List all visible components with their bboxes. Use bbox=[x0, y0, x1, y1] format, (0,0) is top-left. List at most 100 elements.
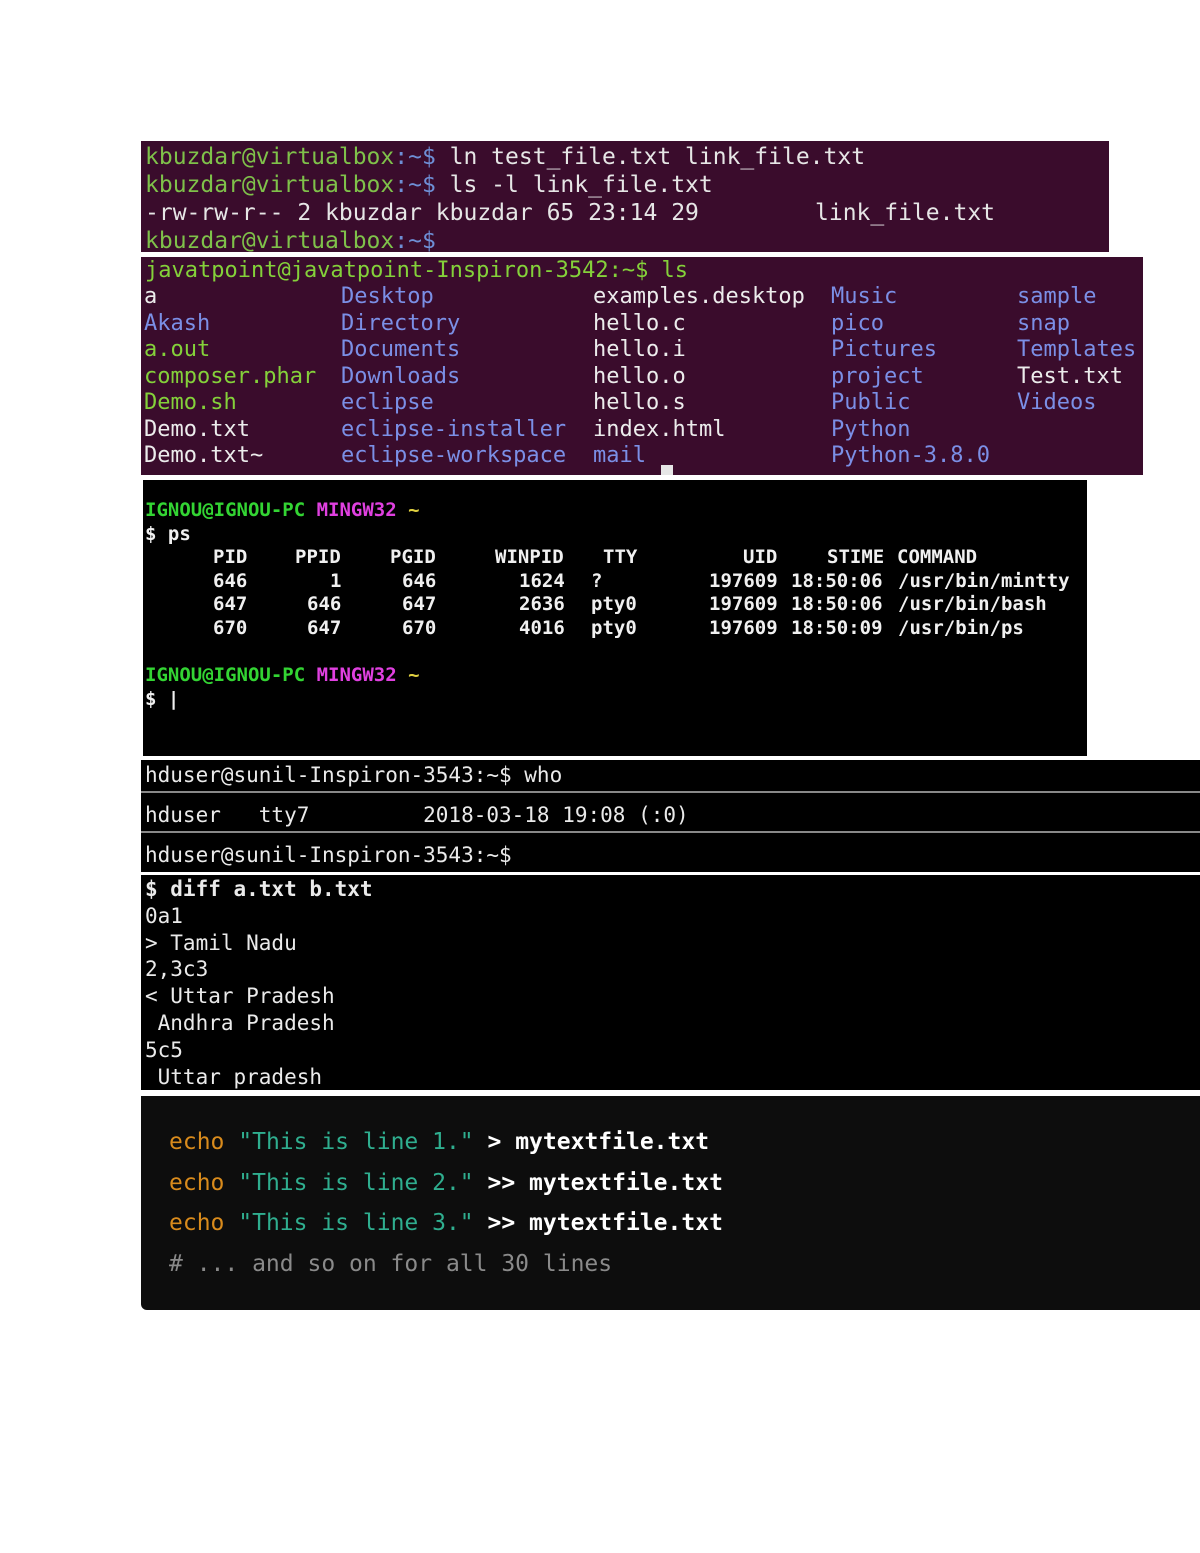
ps-cell: 1 bbox=[330, 570, 342, 592]
ls-entry: eclipse bbox=[341, 390, 434, 415]
command-text: $ ps bbox=[145, 523, 191, 545]
ps-cell: pty0 bbox=[591, 593, 637, 615]
ls-entry: Downloads bbox=[341, 364, 461, 389]
ps-cell: 197609 bbox=[709, 570, 778, 592]
ls-entry: Akash bbox=[144, 311, 211, 336]
ps-cell: 647 bbox=[402, 593, 437, 615]
ps-cell: 18:50:06 bbox=[791, 593, 883, 615]
ps-cell: 670 bbox=[213, 617, 248, 639]
terminal-prompt: IGNOU@IGNOU-PC MINGW32 ~ bbox=[145, 664, 420, 686]
ls-entry: Demo.txt~ bbox=[144, 443, 264, 468]
code-keyword: echo bbox=[169, 1129, 225, 1155]
code-string: "This is line 1." bbox=[238, 1129, 474, 1155]
ls-entry: eclipse-installer bbox=[341, 417, 567, 442]
prompt-path: :~$ bbox=[394, 144, 436, 170]
ls-entry: index.html bbox=[593, 417, 726, 442]
code-string: "This is line 3." bbox=[238, 1210, 474, 1236]
ls-entry: Videos bbox=[1017, 390, 1097, 415]
ls-entry: Demo.txt bbox=[144, 417, 250, 442]
terminal-who: hduser@sunil-Inspiron-3543:~$ who hduser… bbox=[141, 760, 1200, 872]
ps-cell: 2636 bbox=[519, 593, 565, 615]
ls-entry: a.out bbox=[144, 337, 211, 362]
ls-entry: pico bbox=[831, 311, 884, 336]
terminal-line: kbuzdar@virtualbox:~$ ls -l link_file.tx… bbox=[145, 172, 713, 198]
ps-cell: /usr/bin/mintty bbox=[898, 570, 1070, 592]
ps-cell: ? bbox=[591, 570, 603, 592]
ps-cell: /usr/bin/bash bbox=[898, 593, 1047, 615]
ps-cell: 1624 bbox=[519, 570, 565, 592]
prompt-host: IGNOU@IGNOU-PC bbox=[145, 499, 306, 521]
terminal-ln: kbuzdar@virtualbox:~$ ln test_file.txt l… bbox=[141, 141, 1109, 252]
code-redirect: >> mytextfile.txt bbox=[487, 1210, 723, 1236]
ls-entry: Python-3.8.0 bbox=[831, 443, 990, 468]
ps-cell: 197609 bbox=[709, 617, 778, 639]
ls-entry: hello.i bbox=[593, 337, 686, 362]
diff-line: > Tamil Nadu bbox=[145, 931, 297, 955]
ps-cell: 4016 bbox=[519, 617, 565, 639]
ls-entry: Directory bbox=[341, 311, 461, 336]
terminal-diff: $ diff a.txt b.txt 0a1 > Tamil Nadu 2,3c… bbox=[141, 875, 1200, 1090]
divider bbox=[141, 831, 1200, 833]
code-string: "This is line 2." bbox=[238, 1170, 474, 1196]
code-redirect: >> mytextfile.txt bbox=[487, 1170, 723, 1196]
ls-entry: Desktop bbox=[341, 284, 434, 309]
divider bbox=[141, 791, 1200, 793]
prompt-path: :~$ bbox=[394, 172, 436, 198]
diff-line: 0a1 bbox=[145, 904, 183, 928]
terminal-ps: IGNOU@IGNOU-PC MINGW32 ~ $ ps PID PPID P… bbox=[143, 480, 1087, 756]
ls-entry: Templates bbox=[1017, 337, 1137, 362]
ls-entry: Documents bbox=[341, 337, 461, 362]
terminal-line: kbuzdar@virtualbox:~$ bbox=[145, 228, 436, 252]
cursor-block bbox=[661, 465, 673, 475]
command-input[interactable]: $ | bbox=[145, 688, 179, 710]
ps-cell: 646 bbox=[307, 593, 342, 615]
ps-cell: /usr/bin/ps bbox=[898, 617, 1024, 639]
ls-entry: Demo.sh bbox=[144, 390, 237, 415]
command-text: $ diff a.txt b.txt bbox=[145, 877, 373, 901]
ls-entry: hello.c bbox=[593, 311, 686, 336]
prompt-user: kbuzdar@virtualbox bbox=[145, 172, 395, 198]
command-text: ls -l link_file.txt bbox=[435, 172, 713, 198]
ps-cell: 647 bbox=[213, 593, 248, 615]
prompt-path: :~$ bbox=[394, 228, 436, 252]
output-filename: link_file.txt bbox=[815, 200, 996, 226]
diff-line: < Uttar Pradesh bbox=[145, 984, 335, 1008]
ps-cell: 646 bbox=[402, 570, 437, 592]
ps-header: TTY bbox=[603, 546, 638, 568]
ps-cell: 670 bbox=[402, 617, 437, 639]
ps-cell: 646 bbox=[213, 570, 248, 592]
ps-header: STIME bbox=[827, 546, 885, 568]
terminal-line: -rw-rw-r-- 2 kbuzdar kbuzdar 65 23:14 29 bbox=[145, 200, 699, 226]
ls-entry: examples.desktop bbox=[593, 284, 805, 309]
ls-entry: Public bbox=[831, 390, 911, 415]
ls-entry: snap bbox=[1017, 311, 1070, 336]
prompt-env: MINGW32 bbox=[316, 499, 397, 521]
diff-line: Uttar pradesh bbox=[145, 1065, 323, 1089]
terminal-prompt: javatpoint@javatpoint-Inspiron-3542:~$ l… bbox=[145, 258, 689, 283]
prompt-env: MINGW32 bbox=[316, 664, 397, 686]
terminal-line: kbuzdar@virtualbox:~$ ln test_file.txt l… bbox=[145, 144, 865, 170]
diff-line: 5c5 bbox=[145, 1038, 183, 1062]
terminal-line: hduser@sunil-Inspiron-3543:~$ who bbox=[145, 763, 563, 787]
ls-entry: a bbox=[144, 284, 158, 309]
ps-cell: 18:50:06 bbox=[791, 570, 883, 592]
ls-entry: eclipse-workspace bbox=[341, 443, 567, 468]
ps-header: COMMAND bbox=[897, 546, 978, 568]
code-line: echo "This is line 2." >> mytextfile.txt bbox=[169, 1170, 723, 1196]
ps-cell: pty0 bbox=[591, 617, 637, 639]
ps-cell: 18:50:09 bbox=[791, 617, 883, 639]
ls-entry: hello.o bbox=[593, 364, 686, 389]
prompt-tilde: ~ bbox=[408, 664, 420, 686]
terminal-line: hduser tty7 2018-03-18 19:08 (:0) bbox=[145, 803, 689, 827]
code-line: echo "This is line 3." >> mytextfile.txt bbox=[169, 1210, 723, 1236]
ls-entry: composer.phar bbox=[144, 364, 317, 389]
ps-header: PID bbox=[213, 546, 248, 568]
terminal-ls: javatpoint@javatpoint-Inspiron-3542:~$ l… bbox=[141, 257, 1143, 475]
ls-entry: Music bbox=[831, 284, 898, 309]
ls-entry: Python bbox=[831, 417, 911, 442]
ps-header: PGID bbox=[390, 546, 436, 568]
code-keyword: echo bbox=[169, 1210, 225, 1236]
ls-entry: hello.s bbox=[593, 390, 686, 415]
ps-header: WINPID bbox=[495, 546, 564, 568]
prompt-user: kbuzdar@virtualbox bbox=[145, 228, 395, 252]
